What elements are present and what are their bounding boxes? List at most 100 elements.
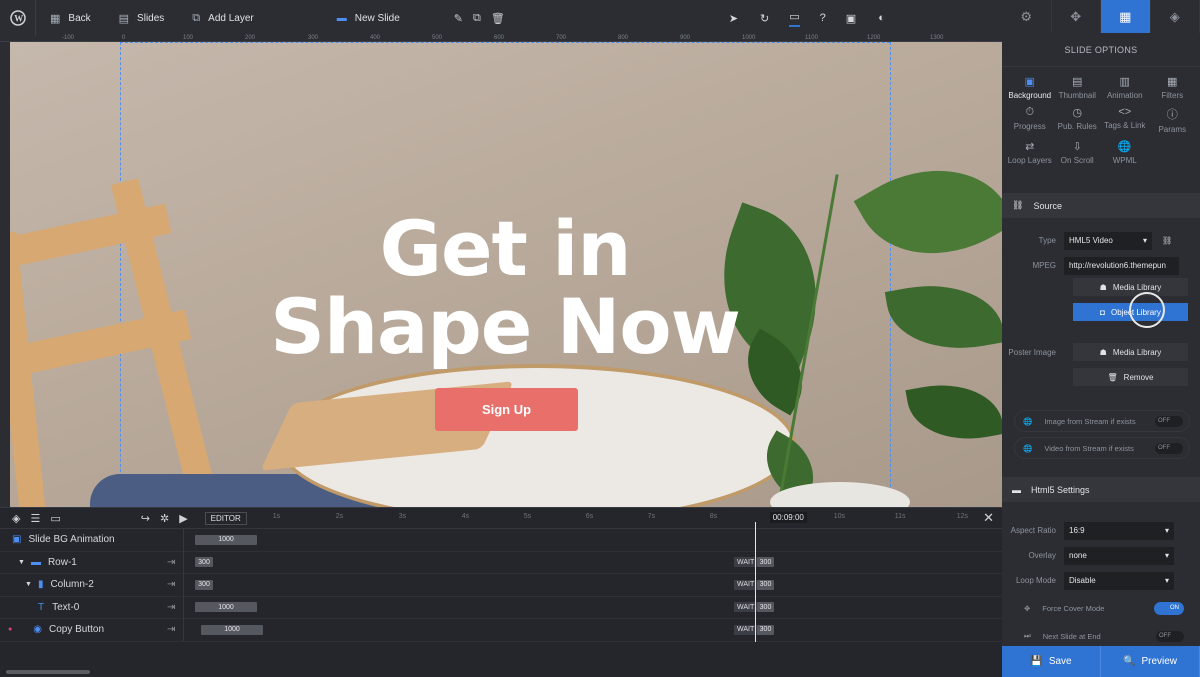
timeline-row[interactable]: ▣ Slide BG Animation 1000 — [0, 529, 1002, 552]
layers-icon[interactable]: ◈ — [12, 512, 20, 525]
redo-icon[interactable]: ↪ — [141, 512, 150, 525]
settings-tab-icon[interactable]: ⚙ — [1002, 0, 1052, 33]
time-ruler[interactable]: 1s 2s 3s 4s 5s 6s 7s 8s 00:09:00 10s 11s… — [267, 508, 983, 529]
slide-canvas[interactable]: Get in Shape Now Sign Up — [10, 42, 1002, 507]
play-icon[interactable]: ▶ — [179, 512, 187, 525]
force-cover-label: Force Cover Mode — [1042, 603, 1105, 613]
animation-bar[interactable]: 1000 — [195, 534, 257, 545]
add-layer-button[interactable]: ⧉ Add Layer — [178, 0, 267, 36]
loop-select[interactable]: Disable ▾ — [1064, 571, 1174, 590]
jump-icon[interactable]: ⇥ — [167, 557, 175, 568]
duplicate-icon[interactable]: ⧉ — [473, 12, 481, 25]
time-tick: 4s — [461, 512, 470, 520]
animation-bar[interactable]: 1000 — [195, 602, 257, 613]
option-progress[interactable]: ⏱ Progress — [1006, 106, 1054, 134]
move-tab-icon[interactable]: ✥ — [1052, 0, 1101, 33]
media-library-label: Media Library — [1112, 282, 1162, 292]
jump-icon[interactable]: ⇥ — [167, 602, 175, 613]
save-button[interactable]: 💾 Save — [1002, 646, 1101, 677]
option-thumbnail[interactable]: ▤ Thumbnail — [1054, 75, 1102, 100]
remove-button[interactable]: 🗑 Remove — [1073, 368, 1188, 386]
animation-bar[interactable]: 300 — [195, 579, 213, 590]
type-select[interactable]: HML5 Video ▾ — [1064, 231, 1152, 250]
playhead[interactable] — [755, 522, 756, 642]
wordpress-logo-icon[interactable]: W — [0, 0, 36, 36]
end-animation-bar[interactable]: 300 — [757, 557, 774, 568]
aspect-select[interactable]: 16:9 ▾ — [1064, 521, 1174, 540]
undo-icon[interactable]: ↻ — [760, 12, 769, 25]
option-animation[interactable]: ▥ Animation — [1101, 75, 1149, 100]
preview-button[interactable]: 🔍 Preview — [1101, 646, 1200, 677]
animation-bar[interactable]: 1000 — [201, 624, 263, 635]
ruler-label: 900 — [680, 35, 691, 41]
move-icon: ✥ — [1024, 603, 1031, 613]
slide-heading[interactable]: Get in Shape Now — [210, 210, 800, 366]
end-animation-bar[interactable]: 300 — [757, 602, 774, 613]
remove-label: Remove — [1123, 372, 1154, 382]
source-section-header[interactable]: ⛓ Source — [1002, 193, 1200, 218]
option-wpml[interactable]: 🌐 WPML — [1101, 140, 1149, 165]
image-stream-toggle[interactable]: 🌐 Image from Stream if exists OFF — [1014, 410, 1190, 432]
grid-icon: ▦ — [50, 12, 61, 25]
timeline-scrollbar[interactable] — [6, 670, 90, 674]
back-button[interactable]: ▦ Back — [36, 0, 105, 36]
timeline-row[interactable]: ▼ ▮ Column-2 ⇥ 300 WAIT 300 — [0, 574, 1002, 597]
timeline-row[interactable]: ▼ ▬ Row-1 ⇥ 300 WAIT 300 — [0, 552, 1002, 574]
chevron-down-icon: ▾ — [1164, 576, 1169, 585]
off-switch[interactable]: OFF — [1155, 442, 1183, 454]
off-switch[interactable]: OFF — [1156, 630, 1184, 642]
clock-icon: ◷ — [1072, 107, 1083, 119]
sign-up-button[interactable]: Sign Up — [435, 388, 578, 431]
help-icon[interactable]: ? — [820, 12, 826, 24]
editor-mode-badge[interactable]: EDITOR — [204, 511, 247, 525]
end-animation-bar[interactable]: 300 — [757, 579, 774, 590]
ruler-label: 200 — [245, 35, 256, 41]
option-loop-layers[interactable]: ⇄ Loop Layers — [1006, 140, 1054, 165]
folder-icon[interactable]: ▭ — [50, 512, 60, 525]
option-params[interactable]: ⓘ Params — [1149, 106, 1197, 134]
contrast-icon[interactable]: ◐ — [878, 12, 885, 24]
trash-icon[interactable]: 🗑 — [491, 12, 505, 25]
cursor-icon[interactable]: ➤ — [729, 12, 738, 25]
close-icon[interactable]: ✕ — [983, 510, 994, 526]
jump-icon[interactable]: ⇥ — [167, 624, 175, 635]
slide-name[interactable]: ▬ New Slide — [323, 0, 414, 36]
edit-icon[interactable]: ✎ — [454, 12, 463, 25]
comment-icon[interactable]: ▣ — [846, 12, 856, 25]
collapse-icon[interactable]: ▼ — [25, 581, 32, 588]
end-animation-bar[interactable]: 300 — [757, 624, 774, 635]
option-on-scroll[interactable]: ⇩ On Scroll — [1054, 140, 1102, 165]
slide-tab-icon[interactable]: ▦ — [1101, 0, 1151, 33]
video-stream-toggle[interactable]: 🌐 Video from Stream if exists OFF — [1014, 437, 1190, 459]
overlay-select[interactable]: none ▾ — [1064, 546, 1174, 565]
settings-icon[interactable]: ✲ — [160, 512, 169, 525]
mpeg-input[interactable]: http://revolution6.themepun — [1064, 256, 1179, 275]
link-icon[interactable]: ⛓ — [1162, 236, 1172, 245]
slides-button[interactable]: ▤ Slides — [105, 0, 179, 36]
force-cover-row[interactable]: ✥ Force Cover Mode ON — [1014, 598, 1190, 618]
ruler-label: 800 — [618, 35, 629, 41]
html5-settings-header[interactable]: ▬ Html5 Settings — [1002, 477, 1200, 502]
desktop-view-icon[interactable]: ▭ — [789, 10, 800, 27]
option-background[interactable]: ▣ Background — [1006, 75, 1054, 100]
animation-bar[interactable]: 300 — [195, 557, 213, 568]
source-header-label: Source — [1033, 200, 1062, 211]
time-tick: 3s — [398, 512, 407, 520]
media-library-button[interactable]: ☗ Media Library — [1073, 278, 1188, 296]
poster-media-button[interactable]: ☗ Media Library — [1073, 343, 1188, 361]
timeline-row[interactable]: T Text-0 ⇥ 1000 WAIT 300 — [0, 597, 1002, 619]
current-time-indicator[interactable]: 00:09:00 — [769, 511, 807, 523]
timeline-row[interactable]: ● ◉ Copy Button ⇥ 1000 WAIT 300 — [0, 619, 1002, 642]
on-switch[interactable]: ON — [1154, 601, 1184, 615]
off-switch[interactable]: OFF — [1155, 415, 1183, 427]
jump-icon[interactable]: ⇥ — [167, 579, 175, 590]
layers-tab-icon[interactable]: ◈ — [1151, 0, 1200, 33]
option-filters[interactable]: ▦ Filters — [1149, 75, 1197, 100]
collapse-icon[interactable]: ▼ — [18, 559, 25, 566]
slide-name-label: New Slide — [354, 12, 400, 24]
option-pub-rules[interactable]: ◷ Pub. Rules — [1054, 106, 1102, 134]
next-slide-row[interactable]: ⏭ Next Slide at End OFF — [1014, 626, 1190, 646]
option-tags-link[interactable]: <> Tags & Link — [1101, 106, 1149, 134]
list-icon[interactable]: ☰ — [30, 512, 40, 525]
panel-tabs: ⚙ ✥ ▦ ◈ — [1002, 0, 1200, 33]
